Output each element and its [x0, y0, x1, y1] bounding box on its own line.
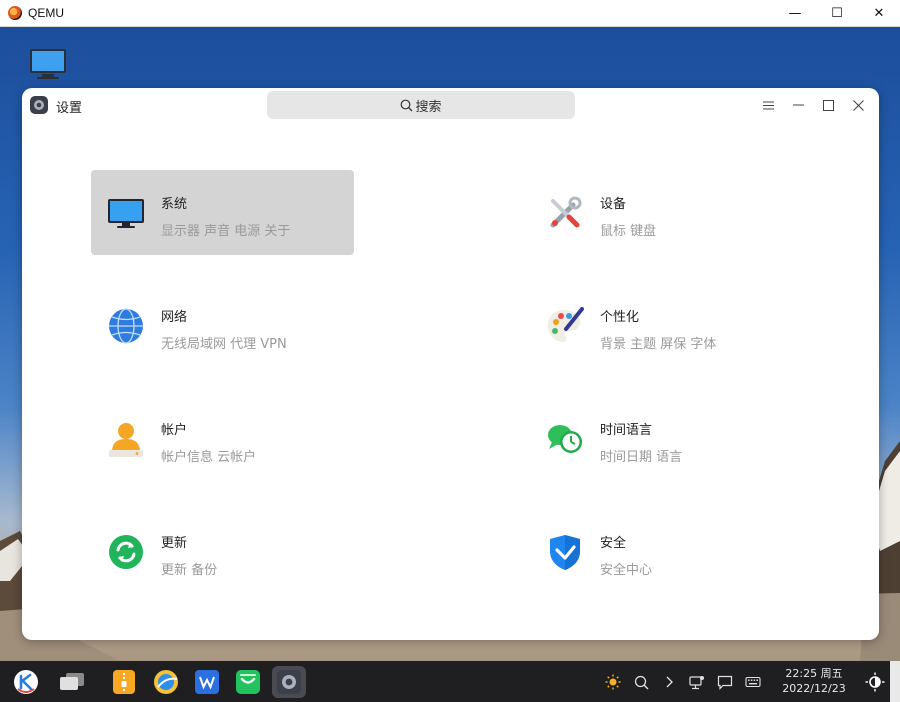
host-window-controls: — ☐ ✕	[774, 0, 900, 27]
category-subtitle: 背景 主题 屏保 字体	[600, 337, 717, 352]
file-manager-icon	[113, 670, 135, 694]
browser-icon	[154, 670, 178, 694]
maximize-icon	[822, 99, 834, 111]
category-subtitle: 显示器 声音 电源 关于	[161, 224, 291, 239]
window-title: 设置	[56, 101, 83, 116]
software-store-button[interactable]	[231, 666, 265, 698]
category-subtitle: 鼠标 键盘	[600, 224, 657, 239]
multitask-view-button[interactable]	[55, 666, 89, 698]
category-subtitle: 帐户信息 云帐户	[161, 450, 257, 465]
category-title: 个性化	[600, 310, 640, 325]
qemu-logo-icon	[8, 6, 22, 20]
file-manager-button[interactable]	[107, 666, 141, 698]
user-icon	[107, 420, 145, 458]
network-tray-icon[interactable]	[688, 673, 706, 691]
show-desktop-icon[interactable]	[864, 671, 886, 693]
tools-icon	[546, 194, 584, 232]
chevron-right-icon[interactable]	[660, 673, 678, 691]
globe-icon	[107, 307, 145, 345]
close-icon	[852, 99, 864, 111]
category-personalize[interactable]: 个性化 背景 主题 屏保 字体	[530, 283, 793, 368]
taskbar-edge	[890, 661, 900, 702]
search-tray-icon[interactable]	[632, 673, 650, 691]
close-button[interactable]	[843, 94, 873, 116]
category-title: 网络	[161, 310, 188, 325]
host-title: QEMU	[28, 6, 64, 20]
search-label: 搜索	[415, 99, 442, 115]
search-icon	[401, 99, 413, 111]
search-box[interactable]: 搜索	[267, 91, 575, 119]
category-devices[interactable]: 设备 鼠标 键盘	[530, 170, 793, 255]
settings-window: 设置 搜索 系统 显示器 声音 电源 关于 设备 鼠标 键盘 网络 无线局域网 …	[22, 88, 879, 640]
desktop: 设置 搜索 系统 显示器 声音 电源 关于 设备 鼠标 键盘 网络 无线局域网 …	[0, 27, 900, 661]
settings-gear-icon	[277, 670, 301, 694]
clock-time: 22:25 周五	[785, 667, 843, 680]
category-title: 时间语言	[600, 423, 653, 438]
multitask-icon	[60, 673, 84, 690]
category-subtitle: 更新 备份	[161, 563, 218, 578]
start-menu-button[interactable]	[9, 666, 43, 698]
category-subtitle: 无线局域网 代理 VPN	[161, 337, 287, 352]
category-title: 系统	[161, 197, 188, 212]
night-mode-icon[interactable]	[604, 673, 622, 691]
category-title: 更新	[161, 536, 188, 551]
clock[interactable]: 22:25 周五 2022/12/23	[776, 666, 852, 696]
clock-chat-icon	[546, 420, 584, 458]
category-title: 设备	[600, 197, 627, 212]
maximize-button[interactable]	[813, 94, 843, 116]
monitor-icon	[107, 194, 145, 232]
minimize-icon	[792, 104, 804, 106]
host-titlebar: QEMU — ☐ ✕	[0, 0, 900, 27]
notification-tray-icon[interactable]	[716, 673, 734, 691]
keyboard-tray-icon[interactable]	[744, 673, 762, 691]
store-bag-icon	[236, 670, 260, 694]
category-time-language[interactable]: 时间语言 时间日期 语言	[530, 396, 793, 481]
settings-app-icon	[30, 96, 48, 114]
refresh-icon	[107, 533, 145, 571]
settings-titlebar: 设置 搜索	[22, 88, 879, 124]
category-title: 安全	[600, 536, 627, 551]
shield-icon	[546, 533, 584, 571]
category-subtitle: 时间日期 语言	[600, 450, 683, 465]
settings-taskbar-button[interactable]	[272, 666, 306, 698]
taskbar: 22:25 周五 2022/12/23	[0, 661, 900, 702]
wps-office-button[interactable]	[190, 666, 224, 698]
host-maximize-button[interactable]: ☐	[816, 0, 858, 27]
host-close-button[interactable]: ✕	[858, 0, 900, 27]
category-network[interactable]: 网络 无线局域网 代理 VPN	[91, 283, 354, 368]
category-title: 帐户	[161, 423, 188, 438]
category-system[interactable]: 系统 显示器 声音 电源 关于	[91, 170, 354, 255]
minimize-button[interactable]	[783, 94, 813, 116]
category-update[interactable]: 更新 更新 备份	[91, 509, 354, 594]
window-controls	[753, 94, 873, 116]
hamburger-icon	[762, 101, 774, 109]
kylin-start-icon	[14, 670, 38, 694]
category-security[interactable]: 安全 安全中心	[530, 509, 793, 594]
category-subtitle: 安全中心	[600, 563, 653, 578]
computer-desktop-icon[interactable]	[28, 47, 68, 81]
host-minimize-button[interactable]: —	[774, 0, 816, 27]
menu-button[interactable]	[753, 94, 783, 116]
wps-icon	[195, 670, 219, 694]
palette-icon	[546, 307, 584, 345]
browser-button[interactable]	[149, 666, 183, 698]
clock-date: 2022/12/23	[782, 682, 846, 695]
category-account[interactable]: 帐户 帐户信息 云帐户	[91, 396, 354, 481]
